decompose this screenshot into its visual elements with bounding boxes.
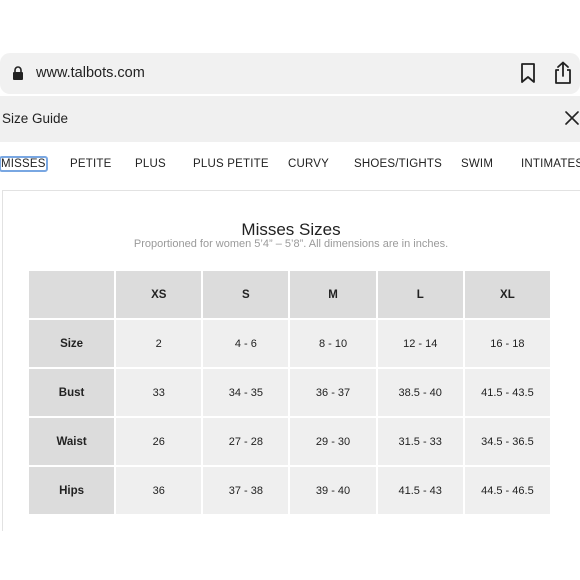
table-corner xyxy=(29,271,115,318)
table-cell: 41.5 - 43 xyxy=(377,467,463,514)
table-row: Size 2 4 - 6 8 - 10 12 - 14 16 - 18 xyxy=(29,320,550,367)
table-cell: 29 - 30 xyxy=(290,418,376,465)
table-cell: 36 xyxy=(116,467,202,514)
url-text[interactable]: www.talbots.com xyxy=(36,65,145,81)
tab-intimates[interactable]: INTIMATES xyxy=(521,158,580,170)
row-header-bust: Bust xyxy=(29,369,115,416)
row-header-hips: Hips xyxy=(29,467,115,514)
table-row: Bust 33 34 - 35 36 - 37 38.5 - 40 41.5 -… xyxy=(29,369,550,416)
table-cell: 4 - 6 xyxy=(203,320,289,367)
lock-icon xyxy=(13,66,23,80)
table-row: Hips 36 37 - 38 39 - 40 41.5 - 43 44.5 -… xyxy=(29,467,550,514)
row-header-size: Size xyxy=(29,320,115,367)
column-header-m: M xyxy=(290,271,376,318)
size-category-tabs: MISSES PETITE PLUS PLUS PETITE CURVY SHO… xyxy=(0,143,580,189)
address-bar[interactable]: www.talbots.com xyxy=(0,53,580,94)
close-icon[interactable] xyxy=(565,111,579,125)
table-cell: 44.5 - 46.5 xyxy=(464,467,550,514)
table-cell: 36 - 37 xyxy=(290,369,376,416)
row-header-waist: Waist xyxy=(29,418,115,465)
table-cell: 2 xyxy=(116,320,202,367)
tab-curvy[interactable]: CURVY xyxy=(288,158,329,170)
table-cell: 31.5 - 33 xyxy=(377,418,463,465)
tab-swim[interactable]: SWIM xyxy=(461,158,493,170)
table-cell: 12 - 14 xyxy=(377,320,463,367)
table-cell: 37 - 38 xyxy=(203,467,289,514)
table-cell: 38.5 - 40 xyxy=(377,369,463,416)
column-header-xl: XL xyxy=(464,271,550,318)
size-table: XS S M L XL Size 2 4 - 6 8 - 10 12 - 14 … xyxy=(27,269,552,516)
table-cell: 8 - 10 xyxy=(290,320,376,367)
tab-petite[interactable]: PETITE xyxy=(70,158,111,170)
share-icon[interactable] xyxy=(553,61,573,85)
tab-misses[interactable]: MISSES xyxy=(0,156,48,172)
table-cell: 41.5 - 43.5 xyxy=(464,369,550,416)
column-header-xs: XS xyxy=(116,271,202,318)
table-cell: 34.5 - 36.5 xyxy=(464,418,550,465)
size-guide-header: Size Guide xyxy=(0,96,580,142)
table-cell: 26 xyxy=(116,418,202,465)
table-cell: 16 - 18 xyxy=(464,320,550,367)
chart-title: Misses Sizes xyxy=(241,220,341,239)
table-cell: 33 xyxy=(116,369,202,416)
table-cell: 39 - 40 xyxy=(290,467,376,514)
column-header-s: S xyxy=(203,271,289,318)
size-guide-title: Size Guide xyxy=(2,111,69,126)
chart-subtitle: Proportioned for women 5’4” – 5’8”. All … xyxy=(133,238,449,250)
tab-shoes-tights[interactable]: SHOES/TIGHTS xyxy=(354,158,442,170)
table-cell: 27 - 28 xyxy=(203,418,289,465)
tab-plus-petite[interactable]: PLUS PETITE xyxy=(193,158,269,170)
column-header-l: L xyxy=(377,271,463,318)
table-cell: 34 - 35 xyxy=(203,369,289,416)
bookmark-icon[interactable] xyxy=(520,63,536,83)
table-row: Waist 26 27 - 28 29 - 30 31.5 - 33 34.5 … xyxy=(29,418,550,465)
tab-plus[interactable]: PLUS xyxy=(135,158,166,170)
